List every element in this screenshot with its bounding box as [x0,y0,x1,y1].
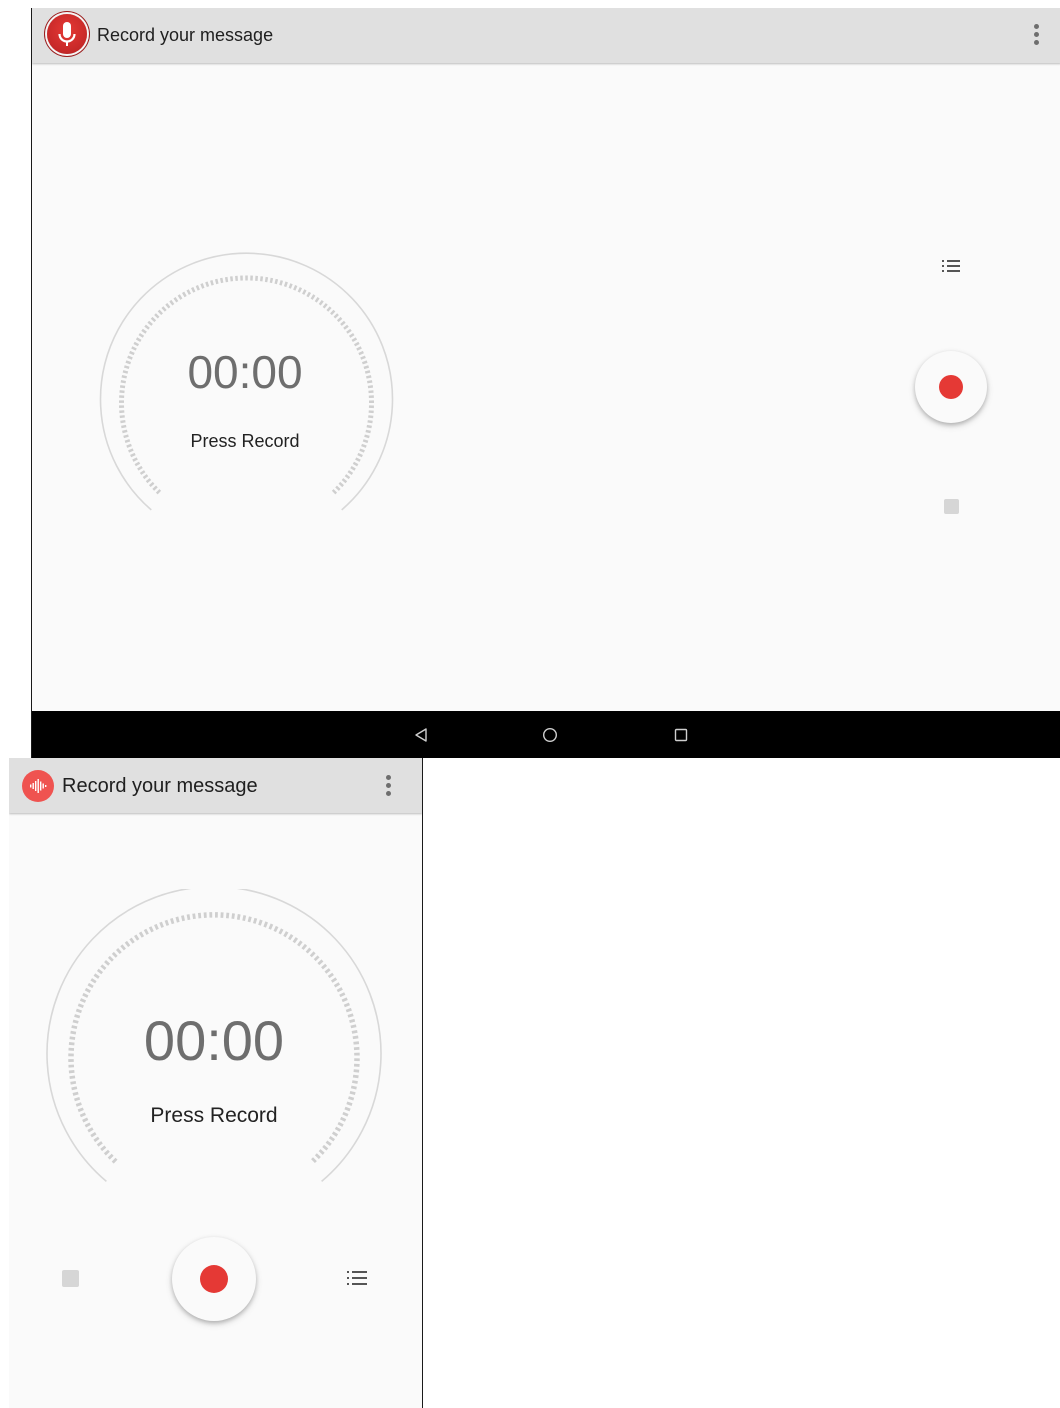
phone-screen: Record your message 00:00 Press Record [9,758,423,1408]
record-button[interactable] [915,351,987,423]
sound-wave-app-icon [22,770,54,802]
record-icon [200,1265,228,1293]
status-label: Press Record [150,1104,278,1127]
stop-button[interactable] [62,1270,79,1287]
timer-display: 00:00 [187,346,303,398]
navigation-bar [32,711,1060,758]
stop-button[interactable] [944,499,959,514]
app-title: Record your message [97,25,274,45]
status-label: Press Record [190,431,300,451]
app-title: Record your message [62,775,258,797]
microphone-app-icon [47,14,87,54]
recordings-list-icon[interactable] [347,1271,367,1286]
record-button[interactable] [172,1237,256,1321]
back-icon[interactable] [414,728,428,742]
app-bar: Record your message [9,758,422,813]
timer-display: 00:00 [143,1009,285,1072]
record-icon [939,375,963,399]
recents-icon[interactable] [674,728,688,742]
more-vert-icon[interactable] [386,775,392,799]
app-bar: Record your message [32,8,1060,63]
more-vert-icon[interactable] [1034,24,1040,48]
home-icon[interactable] [542,727,558,743]
recordings-list-icon[interactable] [942,260,960,274]
tablet-screen: Record your message 00:00 Press Record [31,8,1060,758]
